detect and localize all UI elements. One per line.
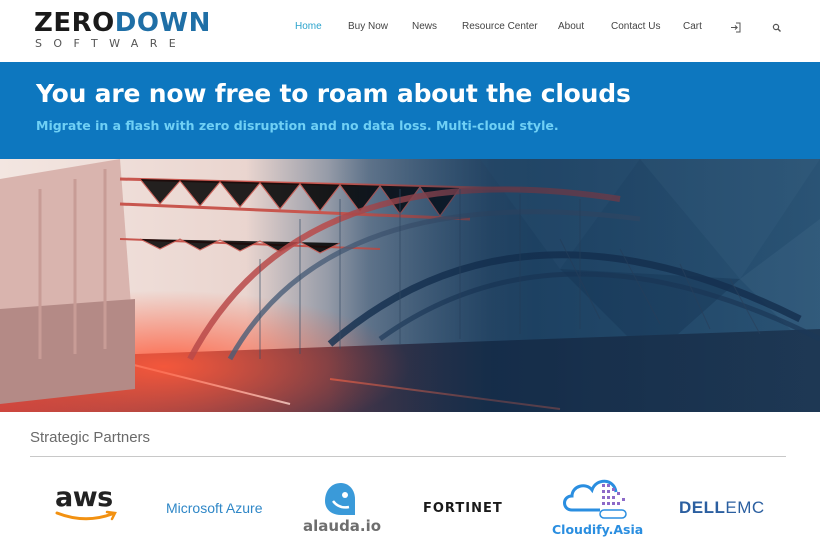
aws-smile-icon bbox=[55, 510, 117, 521]
emc-logo-text: EMC bbox=[725, 498, 765, 517]
partner-microsoft-azure-logo[interactable]: Microsoft Azure bbox=[166, 500, 262, 516]
nav-contact-us[interactable]: Contact Us bbox=[611, 21, 660, 32]
partner-dell-emc-logo[interactable]: DELLEMC bbox=[679, 498, 765, 518]
hero-bridge-image bbox=[0, 159, 820, 412]
search-icon[interactable] bbox=[772, 20, 782, 38]
partners-divider bbox=[30, 456, 786, 457]
nav-about[interactable]: About bbox=[558, 21, 584, 32]
hero-title: You are now free to roam about the cloud… bbox=[36, 79, 631, 108]
hero-subtitle: Migrate in a flash with zero disruption … bbox=[36, 118, 559, 133]
aws-logo-text: aws bbox=[55, 482, 113, 513]
nav-cart[interactable]: Cart bbox=[683, 21, 702, 32]
partners-heading: Strategic Partners bbox=[30, 429, 151, 446]
nav-buy-now[interactable]: Buy Now bbox=[348, 21, 388, 32]
main-nav: Home Buy Now News Resource Center About … bbox=[0, 21, 820, 35]
dell-logo-text: DELL bbox=[679, 498, 726, 517]
partner-alauda-logo[interactable]: alauda.io bbox=[303, 481, 383, 539]
partner-cloudify-logo[interactable]: Cloudify.Asia bbox=[552, 474, 644, 538]
login-icon[interactable] bbox=[730, 20, 741, 38]
site-header: ZERODOWN SOFTWARE Home Buy Now News Reso… bbox=[0, 0, 820, 62]
partner-fortinet-logo[interactable]: FORTINET bbox=[423, 501, 503, 516]
partner-aws-logo[interactable]: aws bbox=[55, 484, 121, 528]
cloudify-cloud-icon bbox=[563, 479, 627, 519]
logo-subtitle: SOFTWARE bbox=[35, 37, 188, 50]
alauda-logo-text: alauda.io bbox=[303, 517, 382, 535]
cloudify-logo-text: Cloudify.Asia bbox=[552, 522, 644, 537]
nav-home[interactable]: Home bbox=[295, 21, 322, 32]
hero-banner: You are now free to roam about the cloud… bbox=[0, 62, 820, 159]
nav-news[interactable]: News bbox=[412, 21, 437, 32]
alauda-bird-icon bbox=[325, 483, 355, 515]
nav-resource-center[interactable]: Resource Center bbox=[462, 21, 538, 32]
